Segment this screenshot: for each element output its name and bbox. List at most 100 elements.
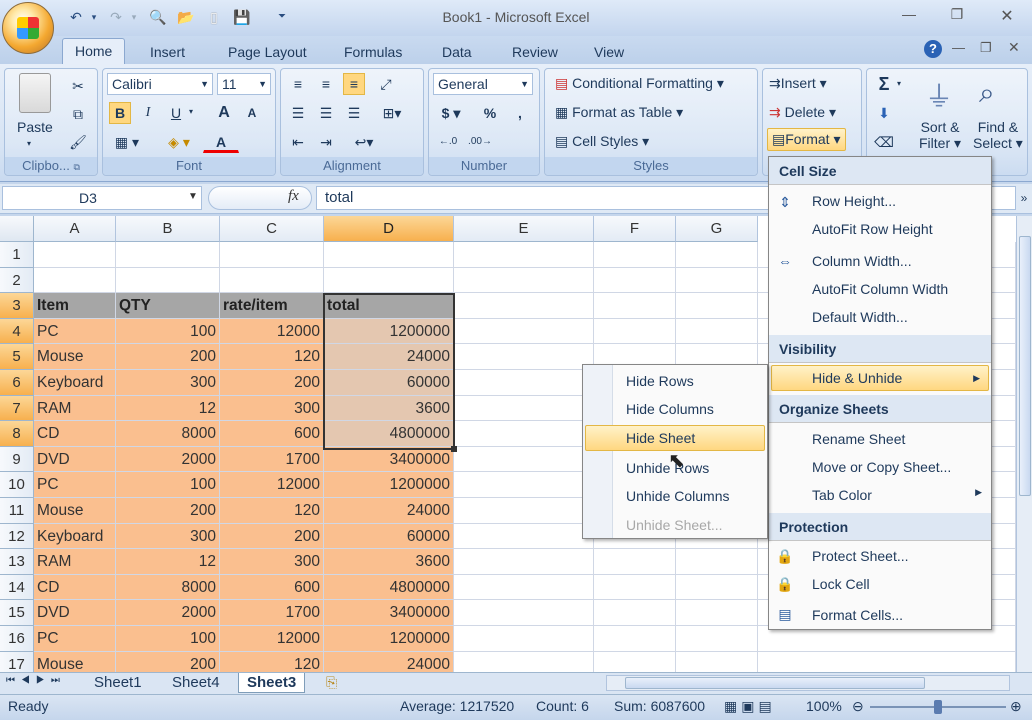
- zoom-level[interactable]: 100%: [806, 698, 842, 714]
- cell-e7[interactable]: [454, 395, 594, 422]
- cell-g3[interactable]: [676, 293, 758, 319]
- cell-a11[interactable]: Mouse: [34, 498, 116, 524]
- clear-icon[interactable]: ⌫: [873, 131, 895, 153]
- increase-indent-icon[interactable]: ⇥: [315, 131, 337, 153]
- align-top-icon[interactable]: ≡: [287, 73, 309, 95]
- autosum-dropdown-icon[interactable]: ▾: [897, 79, 901, 88]
- cell-c13[interactable]: 300: [220, 549, 324, 575]
- italic-button[interactable]: I: [137, 102, 159, 124]
- cell-c12[interactable]: 200: [220, 523, 324, 550]
- cell-d9[interactable]: 3400000: [324, 446, 454, 473]
- cell-c8[interactable]: 600: [220, 421, 324, 447]
- autosum-icon[interactable]: Σ: [873, 73, 895, 95]
- wrap-text-icon[interactable]: ↩▾: [347, 131, 381, 153]
- cell-a16[interactable]: PC: [34, 626, 116, 652]
- tab-page-layout[interactable]: Page Layout: [216, 42, 319, 64]
- submenu-hide-rows[interactable]: Hide Rows: [626, 373, 694, 389]
- sort-filter-button[interactable]: Sort & Filter ▾: [919, 119, 961, 151]
- sheet-tab-1[interactable]: Sheet1: [86, 673, 150, 693]
- row-header[interactable]: 15: [0, 600, 34, 626]
- font-name-combo[interactable]: Calibri ▼: [107, 73, 213, 95]
- align-middle-icon[interactable]: ≡: [315, 73, 337, 95]
- cell-b4[interactable]: 100: [116, 318, 220, 345]
- conditional-formatting-button[interactable]: ▤ Conditional Formatting ▾: [555, 75, 724, 92]
- minimize-button[interactable]: —: [896, 6, 922, 26]
- format-cells-dropdown-button[interactable]: ▤Format ▾: [767, 128, 846, 151]
- orientation-icon[interactable]: ⤢: [375, 73, 397, 95]
- align-bottom-icon[interactable]: ≡: [343, 73, 365, 95]
- submenu-unhide-columns[interactable]: Unhide Columns: [626, 488, 730, 504]
- cell-a12[interactable]: Keyboard: [34, 523, 116, 550]
- cell-f14[interactable]: [594, 574, 676, 601]
- menu-hide-unhide[interactable]: Hide & Unhide ▶: [771, 365, 989, 391]
- cell-a2[interactable]: [34, 267, 116, 294]
- cell-a10[interactable]: PC: [34, 472, 116, 498]
- cell-d12[interactable]: 60000: [324, 523, 454, 550]
- ribbon-minimize-icon[interactable]: —: [952, 40, 965, 55]
- sheet-tab-4[interactable]: Sheet4: [164, 673, 228, 693]
- paste-dropdown-icon[interactable]: ▾: [27, 139, 31, 148]
- dialog-launcher-icon[interactable]: ⧉: [73, 162, 79, 172]
- cell-f15[interactable]: [594, 600, 676, 626]
- menu-move-copy-sheet[interactable]: Move or Copy Sheet...: [812, 459, 951, 475]
- cell-d5[interactable]: 24000: [324, 344, 454, 370]
- column-header-g[interactable]: G: [676, 216, 758, 242]
- percent-button[interactable]: %: [479, 102, 501, 124]
- cell-f4[interactable]: [594, 318, 676, 345]
- column-header-e[interactable]: E: [454, 216, 594, 242]
- sheet-navigation-icons[interactable]: ⏮◀▶⏭: [6, 675, 66, 686]
- cell-d4[interactable]: 1200000: [324, 318, 454, 345]
- menu-protect-sheet[interactable]: Protect Sheet...: [812, 548, 909, 564]
- menu-column-width[interactable]: Column Width...: [812, 253, 912, 269]
- binoculars-icon[interactable]: ⌕: [979, 77, 995, 110]
- menu-format-cells[interactable]: Format Cells...: [812, 607, 903, 623]
- vertical-scroll-thumb[interactable]: [1019, 236, 1031, 496]
- underline-button[interactable]: U: [165, 102, 187, 124]
- cell-e5[interactable]: [454, 344, 594, 370]
- cell-a9[interactable]: DVD: [34, 446, 116, 473]
- cell-a15[interactable]: DVD: [34, 600, 116, 626]
- cell-g4[interactable]: [676, 318, 758, 345]
- borders-button[interactable]: ▦ ▾: [109, 131, 145, 153]
- cell-d8[interactable]: 4800000: [324, 421, 454, 447]
- menu-tab-color[interactable]: Tab Color ▶: [812, 487, 982, 503]
- cell-b1[interactable]: [116, 242, 220, 268]
- format-as-table-button[interactable]: ▦ Format as Table ▾: [555, 104, 683, 121]
- tab-review[interactable]: Review: [500, 42, 570, 64]
- cell-a4[interactable]: PC: [34, 318, 116, 345]
- column-header-c[interactable]: C: [220, 216, 324, 242]
- find-select-button[interactable]: Find & Select ▾: [973, 119, 1023, 151]
- cell-e12[interactable]: [454, 523, 594, 550]
- align-right-icon[interactable]: ☰: [343, 102, 365, 124]
- cell-g14[interactable]: [676, 574, 758, 601]
- cell-f1[interactable]: [594, 242, 676, 268]
- cell-f2[interactable]: [594, 267, 676, 294]
- cell-d6[interactable]: 60000: [324, 370, 454, 396]
- cell-f13[interactable]: [594, 549, 676, 575]
- fill-color-button[interactable]: ◈ ▾: [159, 131, 199, 153]
- tab-data[interactable]: Data: [430, 42, 484, 64]
- row-header[interactable]: 10: [0, 472, 34, 498]
- zoom-in-icon[interactable]: ⊕: [1010, 698, 1022, 715]
- cell-c15[interactable]: 1700: [220, 600, 324, 626]
- cell-a8[interactable]: CD: [34, 421, 116, 447]
- cell-b13[interactable]: 12: [116, 549, 220, 575]
- column-header-a[interactable]: A: [34, 216, 116, 242]
- cell-d3[interactable]: total: [324, 293, 454, 319]
- cell-c6[interactable]: 200: [220, 370, 324, 396]
- decrease-decimal-icon[interactable]: .00→: [467, 131, 493, 153]
- cell-a3[interactable]: Item: [34, 293, 116, 319]
- cell-c14[interactable]: 600: [220, 574, 324, 601]
- copy-icon[interactable]: ⧉: [67, 103, 89, 125]
- cell-b6[interactable]: 300: [116, 370, 220, 396]
- cell-b16[interactable]: 100: [116, 626, 220, 652]
- expand-formula-bar-icon[interactable]: »: [1016, 186, 1032, 210]
- shrink-font-button[interactable]: A: [241, 102, 263, 124]
- cell-a5[interactable]: Mouse: [34, 344, 116, 370]
- cell-b10[interactable]: 100: [116, 472, 220, 498]
- cell-a13[interactable]: RAM: [34, 549, 116, 575]
- menu-autofit-row-height[interactable]: AutoFit Row Height: [812, 221, 933, 237]
- cell-a7[interactable]: RAM: [34, 395, 116, 422]
- row-header[interactable]: 2: [0, 267, 34, 294]
- sheet-tab-3[interactable]: Sheet3: [238, 673, 306, 693]
